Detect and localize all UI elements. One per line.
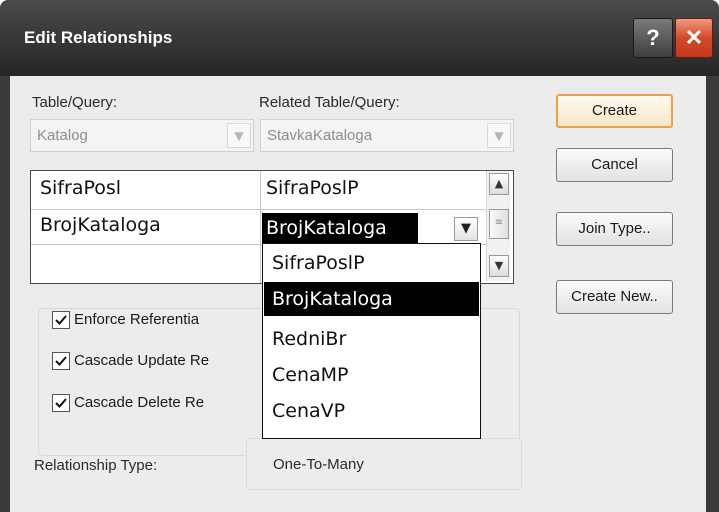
cascade-update-checkbox[interactable] [52, 352, 70, 370]
close-button[interactable]: ✕ [675, 18, 713, 58]
related-table-query-value: StavkaKataloga [267, 127, 373, 144]
checkmark-icon [55, 398, 67, 408]
window-frame-edge [706, 76, 719, 512]
relationship-type-box: One-To-Many [246, 438, 522, 490]
dropdown-item[interactable]: CenaMP [264, 358, 479, 392]
create-new-button[interactable]: Create New.. [556, 280, 673, 314]
scroll-thumb[interactable]: ≡ [489, 209, 509, 239]
relationship-type-label: Relationship Type: [34, 457, 158, 474]
grid-cell-table-field[interactable]: SifraPosl [40, 177, 121, 199]
checkmark-icon [55, 356, 67, 366]
join-type-button[interactable]: Join Type.. [556, 212, 673, 246]
enforce-referential-integrity-checkbox[interactable] [52, 311, 70, 329]
table-query-label: Table/Query: [32, 94, 118, 111]
help-icon: ? [646, 25, 660, 50]
create-button[interactable]: Create [556, 94, 673, 128]
relationship-type-value: One-To-Many [273, 456, 364, 473]
enforce-referential-integrity-label: Enforce Referentia [74, 311, 200, 328]
related-table-query-combo: StavkaKataloga ▼ [260, 119, 514, 152]
grid-row-divider [31, 209, 486, 210]
dialog-body: Table/Query: Related Table/Query: Katalo… [10, 76, 719, 512]
table-query-combo: Katalog ▼ [30, 119, 254, 152]
chevron-down-icon: ▼ [461, 221, 471, 236]
dropdown-item[interactable]: SifraPoslP [264, 246, 479, 280]
scroll-down-button[interactable]: ▼ [489, 255, 509, 277]
cancel-button[interactable]: Cancel [556, 148, 673, 182]
field-dropdown-button[interactable]: ▼ [454, 217, 478, 241]
grid-cell-related-field-editing[interactable]: BrojKataloga [262, 213, 418, 243]
chevron-down-icon: ▼ [487, 123, 511, 148]
grid-column-divider [260, 171, 261, 283]
dialog-title: Edit Relationships [24, 28, 173, 47]
dropdown-item[interactable]: CenaVP [264, 394, 479, 428]
table-query-value: Katalog [37, 127, 88, 144]
related-table-query-label: Related Table/Query: [259, 94, 400, 111]
dropdown-item[interactable]: RedniBr [264, 322, 479, 356]
field-dropdown-list[interactable]: SifraPoslP BrojKataloga RedniBr CenaMP C… [262, 243, 481, 439]
cascade-delete-checkbox[interactable] [52, 394, 70, 412]
cascade-update-label: Cascade Update Re [74, 352, 210, 369]
cascade-delete-label: Cascade Delete Re [74, 394, 205, 411]
edit-relationships-dialog: Edit Relationships ? ✕ Table/Query: Rela… [0, 0, 719, 512]
close-icon: ✕ [684, 25, 704, 50]
help-button[interactable]: ? [633, 18, 673, 58]
scroll-up-button[interactable]: ▲ [489, 173, 509, 195]
grid-scrollbar[interactable]: ▲ ≡ ▼ [486, 171, 510, 281]
title-bar[interactable]: Edit Relationships ? ✕ [0, 0, 719, 76]
chevron-down-icon: ▼ [227, 123, 251, 148]
grid-cell-related-field[interactable]: SifraPoslP [266, 177, 359, 199]
grid-cell-table-field[interactable]: BrojKataloga [40, 214, 161, 236]
dropdown-item-selected[interactable]: BrojKataloga [264, 282, 479, 316]
checkmark-icon [55, 315, 67, 325]
